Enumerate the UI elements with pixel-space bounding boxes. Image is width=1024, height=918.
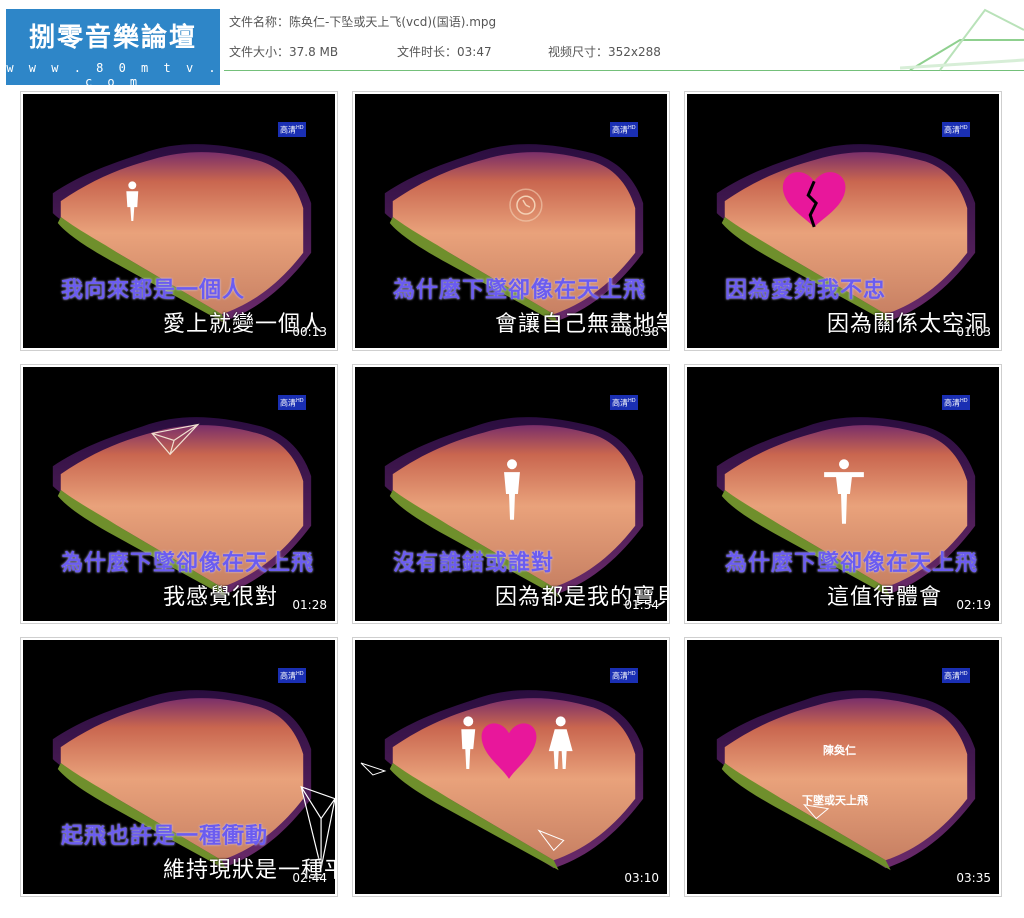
file-duration-label: 文件时长： bbox=[397, 45, 458, 59]
video-dimensions-value: 352x288 bbox=[608, 45, 661, 59]
video-frame: 高清HD 為什麼下墜卻像在天上飛 會讓自己無盡地等 00:38 bbox=[355, 94, 667, 348]
credit-title: 下墜或天上飛 bbox=[802, 794, 868, 807]
video-thumbnail[interactable]: 高清HD 沒有誰錯或誰對 因為都是我的寶貝 01:54 bbox=[352, 364, 670, 624]
logo-url: w w w . 8 0 m t v . c o m bbox=[6, 61, 220, 89]
credit-artist: 陳奐仁 bbox=[823, 744, 856, 757]
timestamp: 00:38 bbox=[624, 325, 659, 339]
video-frame: 高清HD 03:10 bbox=[355, 640, 667, 894]
header-decoration bbox=[900, 8, 1024, 71]
video-thumbnail[interactable]: 高清HD 因為愛夠我不忠 因為關係太空洞 01:03 bbox=[684, 91, 1002, 351]
hd-badge: 高清HD bbox=[942, 668, 970, 683]
video-frame: 高清HD 為什麼下墜卻像在天上飛 這值得體會 02:19 bbox=[687, 367, 999, 621]
video-thumbnail[interactable]: 高清HD 為什麼下墜卻像在天上飛 這值得體會 02:19 bbox=[684, 364, 1002, 624]
timestamp: 00:13 bbox=[292, 325, 327, 339]
file-size-info: 文件大小：37.8 MB bbox=[229, 43, 338, 60]
lyric-line-1: 為什麼下墜卻像在天上飛 bbox=[725, 551, 979, 576]
lyric-line-2: 我感覺很對 bbox=[163, 585, 279, 610]
file-name-value: 陈奂仁-下坠或天上飞(vcd)(国语).mpg bbox=[289, 15, 497, 29]
timestamp: 02:19 bbox=[956, 598, 991, 612]
logo-title: 捌零音樂論壇 bbox=[28, 23, 197, 53]
file-name-info: 文件名称：陈奂仁-下坠或天上飞(vcd)(国语).mpg bbox=[229, 13, 496, 30]
video-thumbnail[interactable]: 高清HD 我向來都是一個人 愛上就變一個人 00:13 bbox=[20, 91, 338, 351]
timestamp: 01:28 bbox=[292, 598, 327, 612]
video-thumbnail[interactable]: 高清HD 陳奐仁 下墜或天上飛 03:35 bbox=[684, 637, 1002, 897]
lyric-line-1: 因為愛夠我不忠 bbox=[725, 278, 887, 303]
file-duration-value: 03:47 bbox=[457, 45, 492, 59]
file-size-value: 37.8 MB bbox=[289, 45, 339, 59]
video-frame: 高清HD 為什麼下墜卻像在天上飛 我感覺很對 01:28 bbox=[23, 367, 335, 621]
video-frame: 高清HD 我向來都是一個人 愛上就變一個人 00:13 bbox=[23, 94, 335, 348]
timestamp: 01:03 bbox=[956, 325, 991, 339]
lyric-line-1: 起飛也許是一種衝動 bbox=[61, 824, 269, 849]
hd-badge: 高清HD bbox=[278, 122, 306, 137]
hd-badge: 高清HD bbox=[610, 122, 638, 137]
video-frame: 高清HD 因為愛夠我不忠 因為關係太空洞 01:03 bbox=[687, 94, 999, 348]
video-thumbnail[interactable]: 高清HD 為什麼下墜卻像在天上飛 我感覺很對 01:28 bbox=[20, 364, 338, 624]
video-thumbnail[interactable]: 高清HD 起飛也許是一種衝動 維持現狀是一種平衡 02:44 bbox=[20, 637, 338, 897]
video-dimensions-label: 视频尺寸： bbox=[548, 45, 609, 59]
hd-badge: 高清HD bbox=[942, 395, 970, 410]
file-size-label: 文件大小： bbox=[229, 45, 290, 59]
lyric-line-1: 為什麼下墜卻像在天上飛 bbox=[61, 551, 315, 576]
timestamp: 03:35 bbox=[956, 871, 991, 885]
video-frame: 高清HD 起飛也許是一種衝動 維持現狀是一種平衡 02:44 bbox=[23, 640, 335, 894]
site-logo[interactable]: 捌零音樂論壇 w w w . 8 0 m t v . c o m bbox=[4, 7, 222, 89]
video-thumbnail[interactable]: 高清HD 為什麼下墜卻像在天上飛 會讓自己無盡地等 00:38 bbox=[352, 91, 670, 351]
hd-badge: 高清HD bbox=[942, 122, 970, 137]
thumbnail-grid: 高清HD 我向來都是一個人 愛上就變一個人 00:13 高清HD 為什麼下墜卻像… bbox=[20, 91, 1004, 901]
video-thumbnail[interactable]: 高清HD 03:10 bbox=[352, 637, 670, 897]
hd-badge: 高清HD bbox=[610, 668, 638, 683]
hd-badge: 高清HD bbox=[278, 668, 306, 683]
lyric-line-1: 為什麼下墜卻像在天上飛 bbox=[393, 278, 647, 303]
video-frame: 高清HD 沒有誰錯或誰對 因為都是我的寶貝 01:54 bbox=[355, 367, 667, 621]
timestamp: 03:10 bbox=[624, 871, 659, 885]
lyric-line-2: 這值得體會 bbox=[827, 585, 943, 610]
video-dimensions-info: 视频尺寸：352x288 bbox=[548, 43, 661, 60]
file-name-label: 文件名称： bbox=[229, 15, 290, 29]
header: 捌零音樂論壇 w w w . 8 0 m t v . c o m 文件名称：陈奂… bbox=[0, 0, 1024, 89]
timestamp: 01:54 bbox=[624, 598, 659, 612]
video-frame: 高清HD 陳奐仁 下墜或天上飛 03:35 bbox=[687, 640, 999, 894]
timestamp: 02:44 bbox=[292, 871, 327, 885]
file-duration-info: 文件时长：03:47 bbox=[397, 43, 492, 60]
lyric-line-1: 我向來都是一個人 bbox=[61, 278, 246, 303]
lyric-line-1: 沒有誰錯或誰對 bbox=[393, 551, 555, 576]
hd-badge: 高清HD bbox=[610, 395, 638, 410]
hd-badge: 高清HD bbox=[278, 395, 306, 410]
